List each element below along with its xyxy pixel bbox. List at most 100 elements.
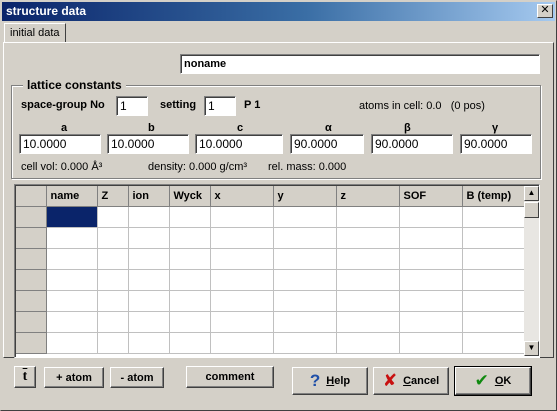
tab-initial-data[interactable]: initial data — [4, 23, 66, 43]
column-header-wyck[interactable]: Wyck — [169, 186, 211, 207]
row-header[interactable] — [16, 227, 47, 249]
vertical-scrollbar[interactable]: ▲ ▼ — [524, 186, 539, 356]
table-cell[interactable] — [399, 332, 463, 354]
table-cell[interactable] — [273, 248, 337, 270]
table-cell[interactable] — [399, 269, 463, 291]
table-cell[interactable] — [128, 311, 170, 333]
column-header-z-coord[interactable]: z — [336, 186, 400, 207]
table-cell[interactable] — [46, 248, 98, 270]
table-cell[interactable] — [273, 290, 337, 312]
table-cell[interactable] — [210, 206, 274, 228]
row-header[interactable] — [16, 332, 47, 354]
table-cell[interactable] — [399, 206, 463, 228]
column-header-y[interactable]: y — [273, 186, 337, 207]
column-header-x[interactable]: x — [210, 186, 274, 207]
param-input-b[interactable]: 10.0000 — [107, 134, 189, 154]
table-row[interactable] — [16, 248, 526, 270]
table-cell[interactable] — [462, 290, 526, 312]
table-cell[interactable] — [169, 206, 211, 228]
table-cell[interactable] — [128, 248, 170, 270]
param-input-gamma[interactable]: 90.0000 — [460, 134, 532, 154]
table-cell[interactable] — [128, 290, 170, 312]
table-cell[interactable] — [46, 311, 98, 333]
table-cell[interactable] — [336, 311, 400, 333]
row-header[interactable] — [16, 311, 47, 333]
comment-button[interactable]: comment — [186, 366, 274, 388]
table-cell[interactable] — [97, 206, 129, 228]
table-cell[interactable] — [169, 227, 211, 249]
row-header[interactable] — [16, 269, 47, 291]
add-atom-button[interactable]: + atom — [44, 367, 104, 388]
table-cell[interactable] — [399, 311, 463, 333]
table-cell[interactable] — [169, 290, 211, 312]
table-cell[interactable] — [46, 227, 98, 249]
ok-button[interactable]: ✔ OK — [454, 366, 532, 396]
table-cell[interactable] — [273, 269, 337, 291]
column-header-ion[interactable]: ion — [128, 186, 170, 207]
table-cell[interactable] — [97, 332, 129, 354]
scroll-down-icon[interactable]: ▼ — [524, 341, 539, 356]
table-cell[interactable] — [399, 290, 463, 312]
table-cell[interactable] — [169, 248, 211, 270]
table-cell[interactable] — [462, 269, 526, 291]
table-cell[interactable] — [336, 290, 400, 312]
row-header[interactable] — [16, 290, 47, 312]
structure-name-input[interactable]: noname — [180, 54, 540, 74]
table-cell[interactable] — [210, 269, 274, 291]
param-input-c[interactable]: 10.0000 — [195, 134, 283, 154]
transform-button[interactable]: t — [14, 366, 36, 388]
table-row[interactable] — [16, 290, 526, 312]
table-cell[interactable] — [210, 227, 274, 249]
table-row[interactable] — [16, 311, 526, 333]
setting-input[interactable]: 1 — [204, 96, 236, 116]
help-button[interactable]: ? Help — [292, 367, 368, 395]
table-cell[interactable] — [462, 332, 526, 354]
table-cell[interactable] — [210, 290, 274, 312]
scroll-thumb[interactable] — [524, 202, 539, 218]
table-cell[interactable] — [97, 227, 129, 249]
table-cell[interactable] — [462, 311, 526, 333]
table-cell[interactable] — [97, 311, 129, 333]
table-cell[interactable] — [336, 248, 400, 270]
table-cell[interactable] — [210, 248, 274, 270]
table-cell[interactable] — [46, 269, 98, 291]
table-cell[interactable] — [169, 311, 211, 333]
column-header-b-temp[interactable]: B (temp) — [462, 186, 526, 207]
scroll-up-icon[interactable]: ▲ — [524, 186, 539, 201]
table-cell[interactable] — [462, 248, 526, 270]
space-group-input[interactable]: 1 — [116, 96, 148, 116]
table-cell[interactable] — [462, 227, 526, 249]
table-cell[interactable] — [128, 227, 170, 249]
table-cell[interactable] — [273, 227, 337, 249]
table-row[interactable] — [16, 227, 526, 249]
table-cell[interactable] — [46, 332, 98, 354]
column-header-sof[interactable]: SOF — [399, 186, 463, 207]
cancel-button[interactable]: ✘ Cancel — [373, 367, 449, 395]
row-header[interactable] — [16, 206, 47, 228]
table-row[interactable] — [16, 332, 526, 354]
table-cell[interactable] — [336, 269, 400, 291]
column-header-z[interactable]: Z — [97, 186, 129, 207]
table-cell[interactable] — [273, 206, 337, 228]
table-cell[interactable] — [462, 206, 526, 228]
table-cell[interactable] — [128, 206, 170, 228]
table-cell[interactable] — [399, 248, 463, 270]
table-cell[interactable] — [210, 332, 274, 354]
table-cell[interactable] — [97, 248, 129, 270]
table-cell[interactable] — [336, 227, 400, 249]
table-cell[interactable] — [336, 332, 400, 354]
table-cell[interactable] — [128, 332, 170, 354]
atom-table[interactable]: name Z ion Wyck x y z SOF B (temp) ▲ ▼ — [14, 184, 540, 358]
param-input-alpha[interactable]: 90.0000 — [290, 134, 364, 154]
table-cell[interactable] — [128, 269, 170, 291]
table-cell[interactable] — [46, 290, 98, 312]
table-cell[interactable] — [273, 311, 337, 333]
table-cell[interactable] — [97, 269, 129, 291]
column-header-name[interactable]: name — [46, 186, 98, 207]
table-cell[interactable] — [210, 311, 274, 333]
table-cell[interactable] — [169, 269, 211, 291]
table-row[interactable] — [16, 269, 526, 291]
param-input-a[interactable]: 10.0000 — [19, 134, 101, 154]
table-row[interactable] — [16, 206, 526, 228]
table-cell[interactable] — [169, 332, 211, 354]
